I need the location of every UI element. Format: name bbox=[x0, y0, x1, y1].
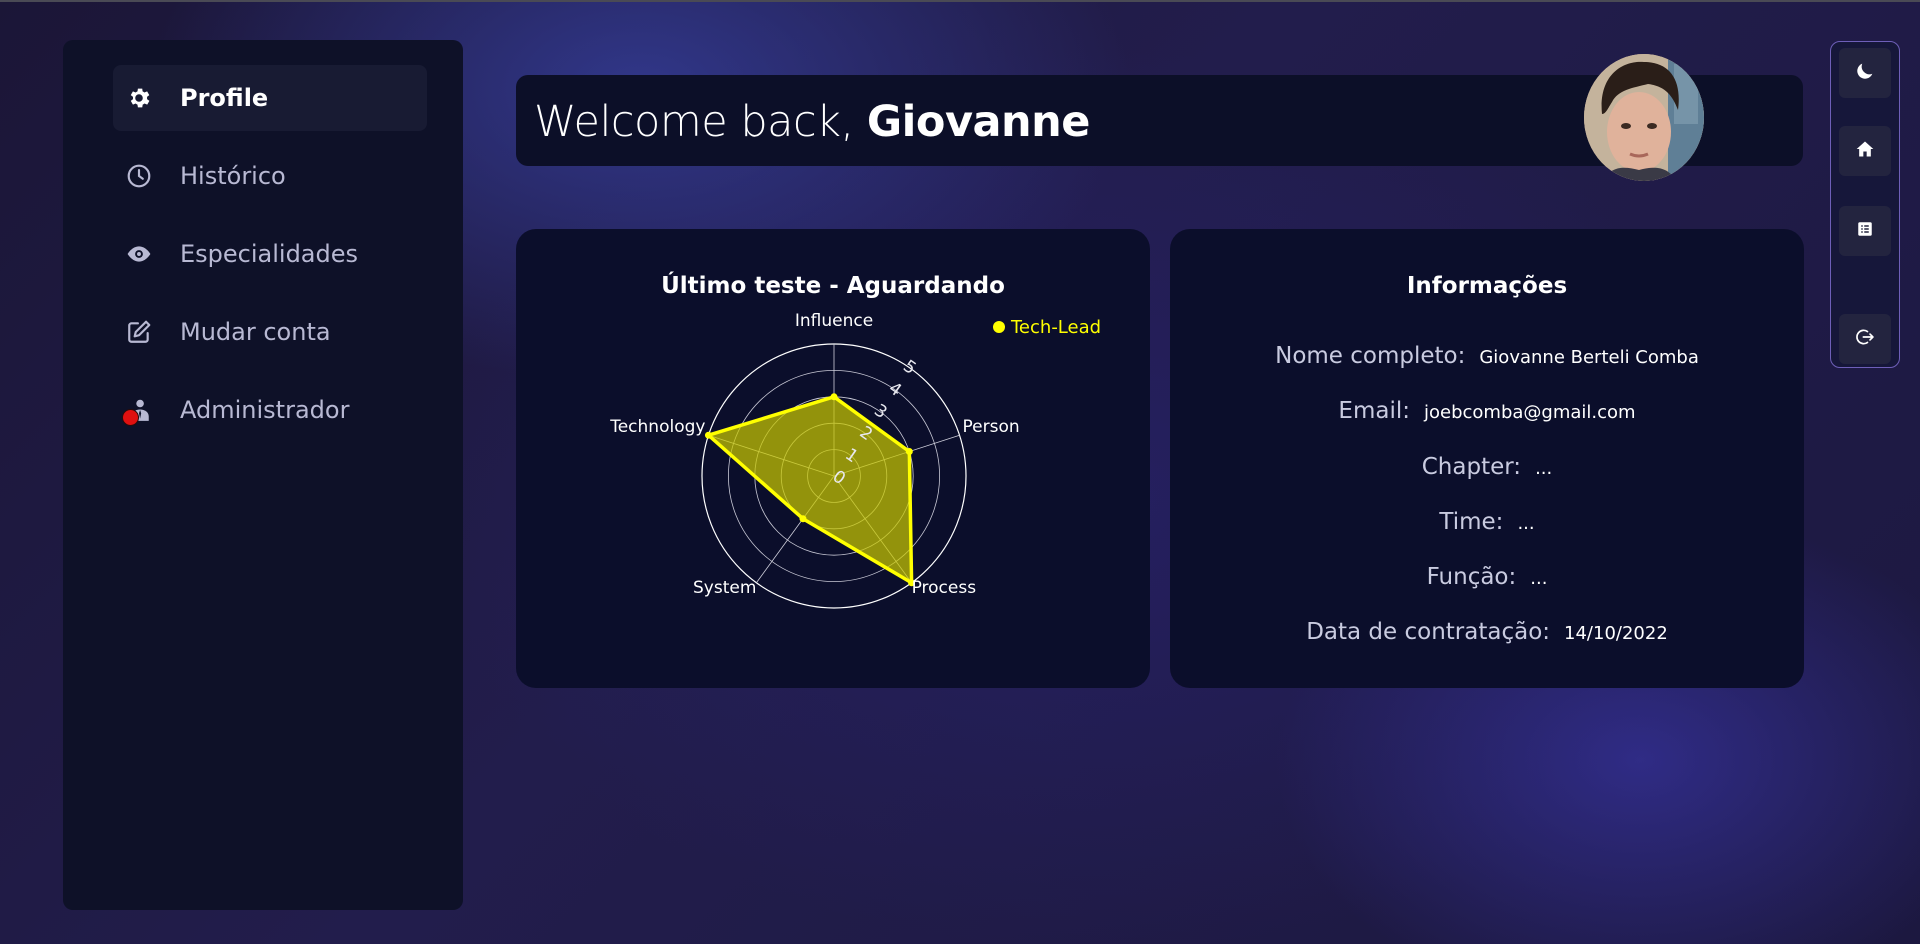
info-title: Informações bbox=[1406, 273, 1568, 299]
sidebar-item-label: Mudar conta bbox=[180, 318, 331, 346]
home-icon bbox=[1855, 139, 1875, 163]
edit-icon bbox=[126, 319, 152, 345]
gear-icon bbox=[126, 85, 152, 111]
sidebar: Profile Histórico Especialidades Mudar c… bbox=[63, 40, 463, 910]
window-top-border bbox=[0, 0, 1920, 2]
legend-marker bbox=[993, 321, 1005, 333]
eye-icon bbox=[126, 241, 152, 267]
data-point bbox=[704, 431, 712, 439]
info-label: Email: bbox=[1338, 398, 1410, 424]
info-row-chapter: Chapter: ... bbox=[1170, 454, 1804, 480]
sidebar-item-mudar-conta[interactable]: Mudar conta bbox=[113, 299, 427, 365]
info-row-email: Email: joebcomba@gmail.com bbox=[1170, 398, 1804, 424]
greeting-text: Welcome back, bbox=[534, 97, 854, 147]
logout-button[interactable] bbox=[1839, 314, 1891, 364]
welcome-message: Welcome back, Giovanne bbox=[534, 97, 1090, 147]
series-area bbox=[706, 395, 914, 585]
clock-icon bbox=[126, 163, 152, 189]
radial-tick-label: 4 bbox=[885, 378, 905, 401]
info-label: Time: bbox=[1439, 509, 1504, 535]
info-label: Chapter: bbox=[1421, 454, 1522, 480]
dark-mode-button[interactable] bbox=[1839, 48, 1891, 98]
sidebar-item-label: Administrador bbox=[180, 396, 350, 424]
sidebar-item-especialidades[interactable]: Especialidades bbox=[113, 221, 427, 287]
avatar[interactable] bbox=[1584, 54, 1704, 181]
info-card: Informações Nome completo: Giovanne Bert… bbox=[1170, 229, 1804, 688]
info-value: joebcomba@gmail.com bbox=[1423, 402, 1636, 423]
axis-label: Process bbox=[912, 578, 977, 598]
sidebar-item-label: Profile bbox=[180, 84, 269, 112]
home-button[interactable] bbox=[1839, 126, 1891, 176]
radar-chart-card: Último teste - Aguardando 0 1 2 3 4 5 Influenc… bbox=[516, 229, 1150, 688]
sidebar-item-administrador[interactable]: Administrador bbox=[113, 377, 427, 443]
data-point bbox=[799, 515, 807, 523]
info-value: Giovanne Berteli Comba bbox=[1479, 347, 1699, 368]
data-point bbox=[905, 448, 913, 456]
info-row-data-contratacao: Data de contratação: 14/10/2022 bbox=[1170, 619, 1804, 645]
info-row-funcao: Função: ... bbox=[1170, 564, 1804, 590]
sidebar-item-profile[interactable]: Profile bbox=[113, 65, 427, 131]
notification-dot bbox=[122, 409, 139, 426]
admin-user-icon bbox=[122, 397, 152, 426]
info-value: 14/10/2022 bbox=[1564, 623, 1668, 644]
quick-actions-bar bbox=[1830, 41, 1900, 368]
sidebar-item-historico[interactable]: Histórico bbox=[113, 143, 427, 209]
info-label: Data de contratação: bbox=[1306, 619, 1551, 645]
data-point bbox=[830, 393, 838, 401]
info-value: ... bbox=[1535, 458, 1553, 479]
legend-label: Tech-Lead bbox=[1010, 317, 1101, 338]
axis-label: Technology bbox=[609, 417, 705, 437]
info-value: ... bbox=[1517, 513, 1535, 534]
radar-chart: 012345InfluencePersonProcessSystemTechno… bbox=[609, 311, 1101, 609]
radial-tick-label: 5 bbox=[899, 356, 919, 379]
sidebar-item-label: Histórico bbox=[180, 162, 286, 190]
axis-label: Influence bbox=[795, 311, 873, 331]
info-label: Nome completo: bbox=[1275, 343, 1466, 369]
info-value: ... bbox=[1530, 568, 1548, 589]
info-label: Função: bbox=[1426, 564, 1517, 590]
radial-tick-label: 3 bbox=[870, 400, 890, 423]
user-name: Giovanne bbox=[866, 97, 1091, 147]
axis-label: System bbox=[693, 578, 756, 598]
info-row-time: Time: ... bbox=[1170, 509, 1804, 535]
info-row-nome: Nome completo: Giovanne Berteli Comba bbox=[1170, 343, 1804, 369]
axis-label: Person bbox=[963, 417, 1020, 437]
sidebar-item-label: Especialidades bbox=[180, 240, 359, 268]
logout-icon bbox=[1855, 327, 1875, 351]
list-icon bbox=[1856, 220, 1874, 242]
moon-icon bbox=[1854, 60, 1876, 86]
list-button[interactable] bbox=[1839, 206, 1891, 256]
